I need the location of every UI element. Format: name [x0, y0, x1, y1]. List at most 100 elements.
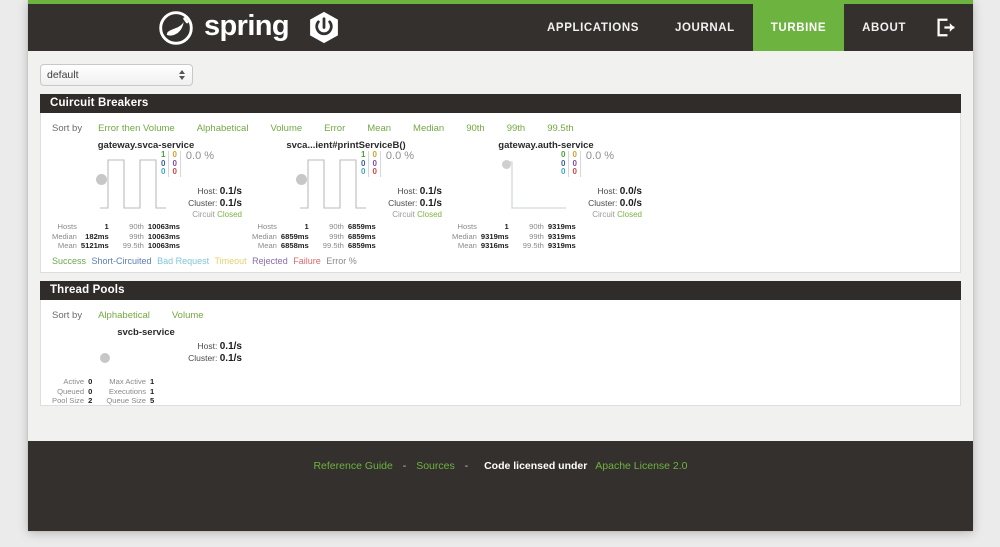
brand-name: spring [204, 10, 290, 42]
stat-key: Mean [57, 241, 77, 251]
counter-failure: 0 [172, 167, 177, 177]
stat-key: Hosts [457, 222, 477, 231]
sort-mean[interactable]: Mean [367, 123, 391, 134]
thread-pools-body: Sort by Alphabetical Volume svcb-service… [40, 300, 961, 406]
legend-timeout: Timeout [214, 256, 247, 266]
cluster-rate: 0.1/s [419, 197, 442, 209]
sort-by-label: Sort by [52, 310, 83, 321]
stat-value: 1 [504, 222, 509, 231]
cluster-rate: 0.1/s [219, 197, 242, 209]
sort-90th[interactable]: 90th [466, 123, 485, 134]
tp-sort-alphabetical[interactable]: Alphabetical [98, 310, 150, 321]
monitor-stats: Active 0 Queued 0 Pool Size 2 Max Active 1 E… [50, 377, 246, 406]
footer-separator: - [402, 460, 407, 472]
tp-sort-volume[interactable]: Volume [172, 310, 204, 321]
stat-key: 90th [129, 222, 144, 231]
sort-median[interactable]: Median [413, 123, 444, 134]
counters: 0 0 0 0 0 0 0.0 % [558, 150, 614, 177]
sort-error-then-volume[interactable]: Error then Volume [98, 123, 175, 134]
reference-guide-link[interactable]: Reference Guide [313, 460, 392, 472]
counter-failure: 0 [372, 167, 377, 177]
stat-value: 0 [88, 377, 93, 386]
counter-bad-request: 0 [361, 167, 366, 177]
circuit-breaker-monitor[interactable]: svca...ient#printServiceB() 1 0 0 0 0 0 … [250, 140, 450, 251]
page-card: spring APPLICATIONS JOURNAL TURBINE ABOU… [28, 0, 973, 531]
circuit-status: Circuit Closed [192, 210, 242, 219]
stat-value: 9319ms [480, 231, 509, 241]
spring-leaf-icon [159, 10, 193, 45]
circuit-state: Closed [617, 210, 642, 219]
legend-short-circuited: Short-Circuited [91, 256, 152, 266]
sources-link[interactable]: Sources [416, 460, 455, 472]
sort-error[interactable]: Error [324, 123, 345, 134]
stat-key: Queue Size [106, 396, 147, 406]
stats-left-table: Hosts 1 Median 6859ms Mean 6858ms [250, 222, 315, 251]
circuit-status: Circuit Closed [392, 210, 442, 219]
spinner-arrows-icon [179, 70, 185, 80]
footer-content: Reference Guide - Sources - Code license… [313, 460, 687, 531]
sort-99th[interactable]: 99th [507, 123, 526, 134]
app-root: spring APPLICATIONS JOURNAL TURBINE ABOU… [0, 0, 1000, 547]
sort-volume[interactable]: Volume [270, 123, 302, 134]
cluster-label: Cluster: [588, 197, 618, 208]
stat-key: Median [52, 231, 77, 241]
host-rate: 0.1/s [219, 341, 242, 352]
monitor-name: svcb-service [117, 327, 175, 338]
error-percent: 0.0 % [385, 150, 415, 162]
counter-bad-request: 0 [561, 167, 566, 177]
stat-key: 99th [529, 231, 544, 241]
host-rate: 0.1/s [219, 186, 242, 197]
stats-right-table: Max Active 1 Executions 1 Queue Size 5 [104, 377, 160, 406]
stat-key: 99.5th [322, 241, 344, 251]
footer-separator: - [464, 460, 469, 472]
sort-alphabetical[interactable]: Alphabetical [197, 123, 249, 134]
nav-item-turbine[interactable]: TURBINE [752, 4, 845, 51]
license-prefix: Code licensed under [484, 460, 588, 472]
circuit-breakers-sortbar: Sort by Error then Volume Alphabetical V… [50, 121, 951, 138]
main-content: default Cuircuit Breakers Sort by Error … [28, 51, 973, 441]
stat-key: 99.5th [522, 241, 544, 251]
circuit-state: Closed [417, 210, 442, 219]
stat-key: Mean [457, 241, 477, 251]
nav-item-journal[interactable]: JOURNAL [657, 4, 753, 51]
stats-left-table: Active 0 Queued 0 Pool Size 2 [50, 377, 98, 406]
circuit-breaker-monitor[interactable]: gateway.svca-service 1 0 0 0 0 0 0.0 % H… [50, 140, 250, 251]
stat-value: 6858ms [280, 241, 309, 251]
stats-left-table: Hosts 1 Median 9319ms Mean 9316ms [450, 222, 515, 251]
stat-key: Median [252, 231, 277, 241]
host-rate: 0.0/s [619, 186, 642, 197]
stat-key: 90th [329, 222, 344, 231]
apache-license-link[interactable]: Apache License 2.0 [595, 460, 687, 472]
stat-value: 1 [150, 386, 155, 396]
counters: 1 0 0 0 0 0 0.0 % [358, 150, 415, 177]
stat-key: Mean [257, 241, 277, 251]
counters: 1 0 0 0 0 0 0.0 % [158, 150, 214, 177]
circuit-breakers-panel: Cuircuit Breakers Sort by Error then Vol… [40, 94, 961, 273]
circuit-breaker-monitors: gateway.svca-service 1 0 0 0 0 0 0.0 % H… [50, 140, 951, 251]
stat-value: 10063ms [147, 241, 180, 251]
cluster-select[interactable]: default [40, 64, 193, 86]
stat-value: 1 [304, 222, 309, 231]
nav-item-applications[interactable]: APPLICATIONS [529, 4, 657, 51]
sort-995th[interactable]: 99.5th [547, 123, 573, 134]
circuit-breakers-title: Cuircuit Breakers [40, 94, 961, 113]
activity-indicator-dot [502, 160, 511, 169]
stat-value: 182ms [85, 231, 109, 241]
stat-key: Median [452, 231, 477, 241]
stat-value: 10063ms [147, 222, 180, 231]
circuit-breaker-monitor[interactable]: gateway.auth-service 0 0 0 0 0 0 0.0 % H… [450, 140, 650, 251]
monitor-name: svca...ient#printServiceB() [286, 140, 406, 151]
stats-right-table: 90th 6859ms 99th 6859ms 99.5th 6859ms [321, 222, 382, 251]
activity-indicator-dot [100, 353, 110, 363]
stat-key: 99th [129, 231, 144, 241]
cluster-rate: 0.1/s [219, 352, 242, 364]
thread-pools-title: Thread Pools [40, 281, 961, 300]
stat-value: 1 [104, 222, 109, 231]
brand-logo[interactable]: spring [159, 10, 339, 45]
logout-button[interactable] [924, 4, 973, 51]
main-nav: APPLICATIONS JOURNAL TURBINE ABOUT [529, 4, 973, 51]
nav-item-about[interactable]: ABOUT [844, 4, 924, 51]
counter-failure: 0 [572, 167, 577, 177]
thread-pool-monitor[interactable]: svcb-service Host: 0.1/s Cluster: 0.1/s [50, 327, 250, 413]
stat-key: Pool Size [52, 396, 85, 406]
